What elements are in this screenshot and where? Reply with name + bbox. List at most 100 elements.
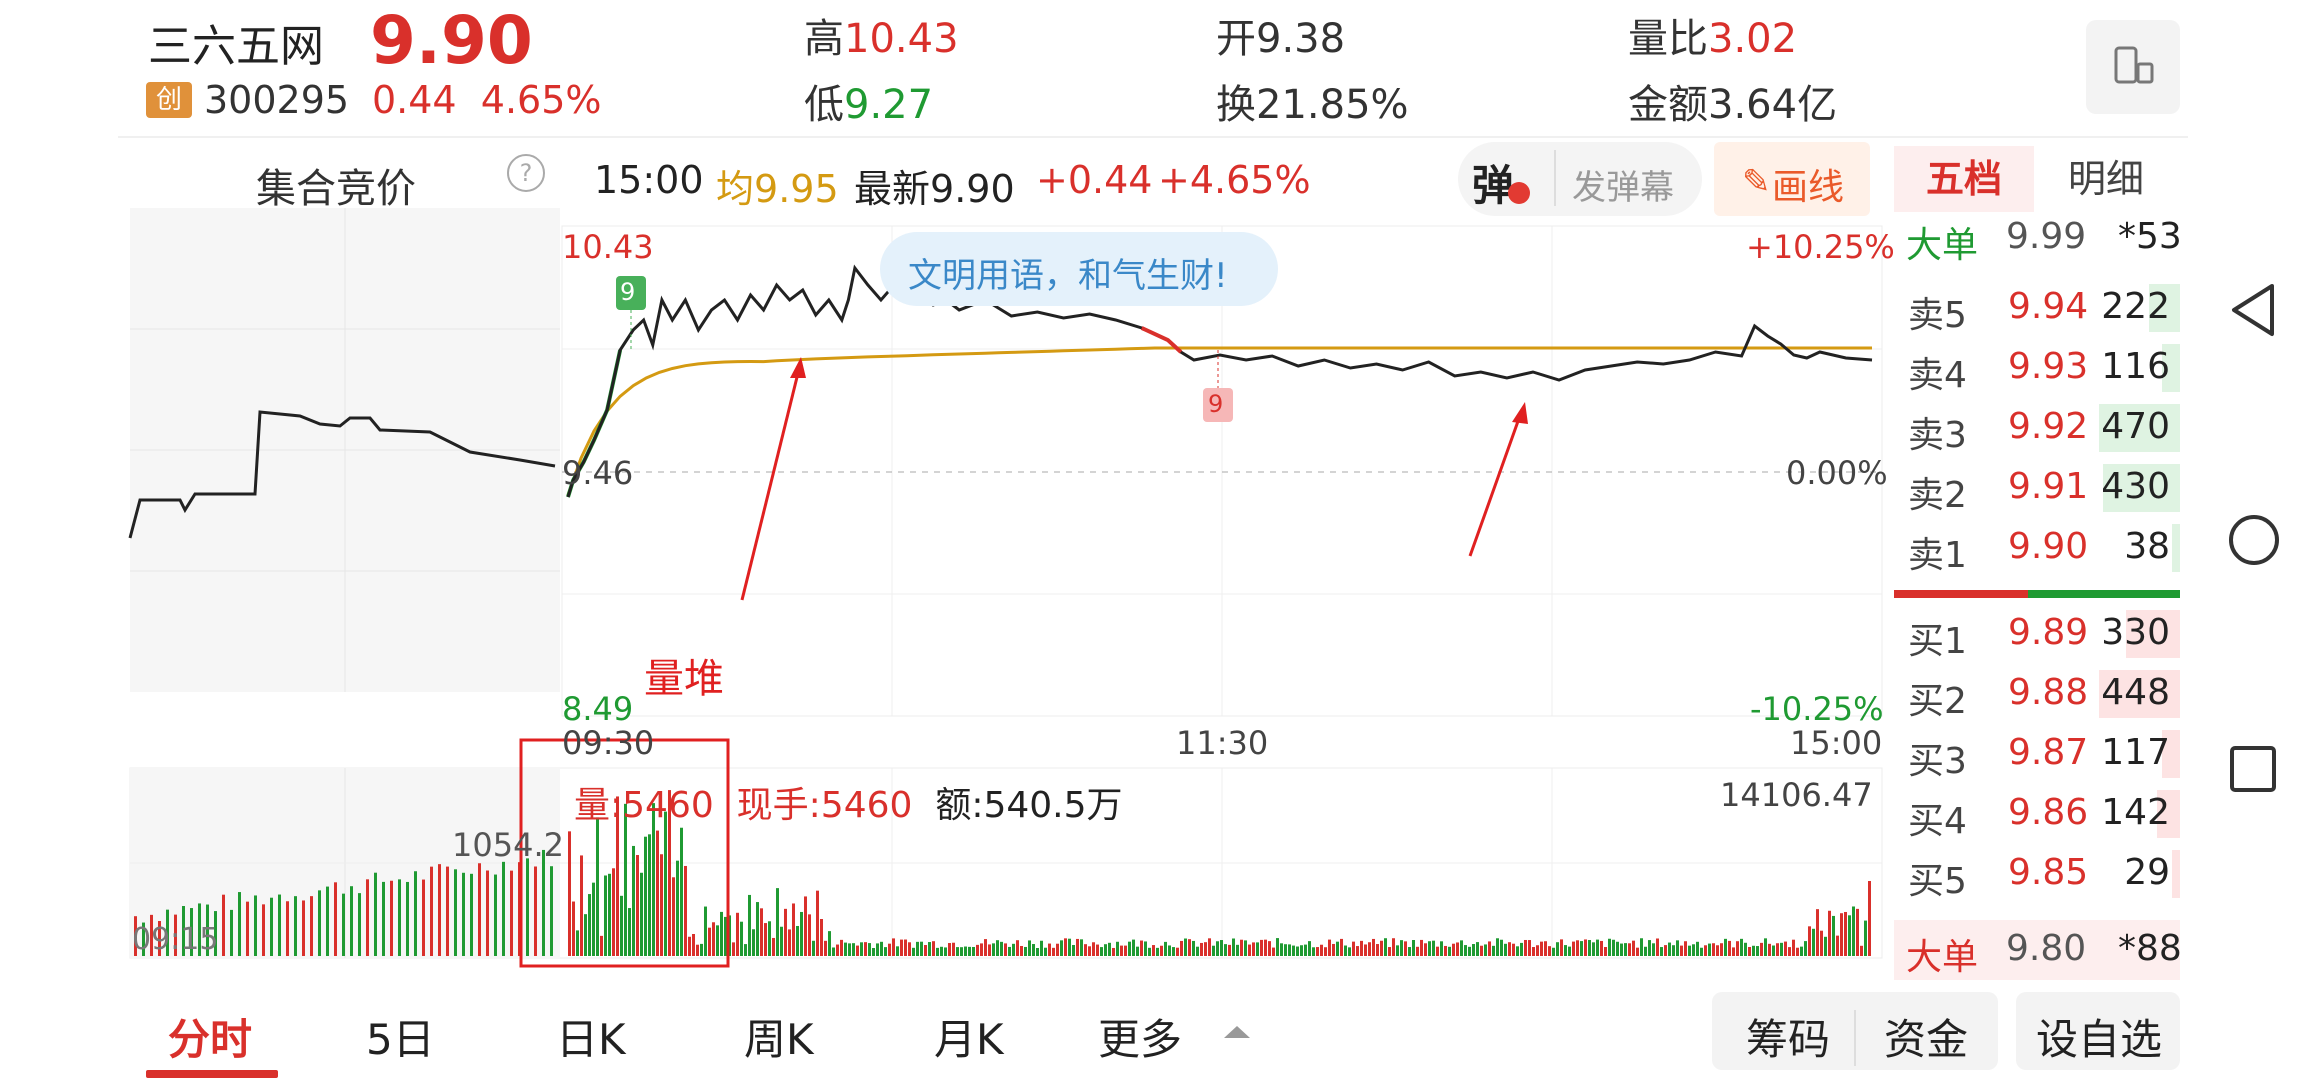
volume-bar — [808, 914, 811, 956]
volume-bar — [1796, 947, 1799, 956]
volume-bar — [880, 941, 883, 956]
auction-volume-bar — [454, 869, 457, 956]
volume-bar — [1724, 938, 1727, 956]
volume-bar — [1764, 938, 1767, 956]
volume-bar — [1236, 944, 1239, 956]
volume-bar — [824, 940, 827, 956]
volume-bar — [1180, 940, 1183, 956]
hand-value: 5460 — [820, 785, 913, 826]
sell-level-label: 卖5 — [1908, 295, 1967, 336]
sell-level-volume: 116 — [2101, 346, 2170, 387]
volume-bar — [936, 947, 939, 956]
volume-bar — [952, 942, 955, 956]
tab-month-k[interactable]: 月K — [934, 1006, 1004, 1067]
buy-level-price: 9.88 — [2008, 672, 2089, 713]
volume-bar — [992, 943, 995, 956]
volume-bar — [692, 933, 695, 956]
volume-bar — [1436, 946, 1439, 956]
volume-bar — [1452, 943, 1455, 956]
sell-level-price: 9.90 — [2008, 526, 2089, 567]
volume-bar — [1232, 938, 1235, 956]
add-watchlist-button[interactable]: 设自选 — [2036, 1006, 2162, 1067]
recents-icon[interactable] — [2226, 742, 2282, 798]
volume-bar — [1792, 939, 1795, 956]
ratio-bar-sell — [1894, 590, 2028, 598]
auction-volume-bar — [470, 873, 473, 956]
auction-volume-bar — [438, 864, 441, 956]
auction-volume-bar — [550, 866, 553, 956]
volume-bar — [1484, 944, 1487, 956]
auction-volume-bar — [334, 882, 337, 956]
volume-bar — [1512, 943, 1515, 956]
max-pct-label: +10.25% — [1746, 228, 1895, 266]
auction-volume-bar — [526, 858, 529, 956]
volume-bar — [1320, 944, 1323, 956]
volume-bar — [888, 943, 891, 956]
volume-bar — [1716, 945, 1719, 956]
phone-rotate-button[interactable] — [2086, 20, 2180, 114]
volume-bar — [744, 944, 747, 956]
tab-five-day[interactable]: 5日 — [366, 1006, 435, 1067]
tab-detail[interactable]: 明细 — [2068, 148, 2144, 203]
tab-week-k[interactable]: 周K — [744, 1006, 814, 1067]
auction-time-label: 09:15 — [132, 922, 219, 957]
volume-bar — [1352, 941, 1355, 956]
volume-bar — [1664, 945, 1667, 956]
volume-bar — [1244, 940, 1247, 956]
volume-bar — [1260, 939, 1263, 956]
volume-bar — [1296, 946, 1299, 956]
volume-bar — [1728, 940, 1731, 956]
annotation-arrow-1 — [740, 364, 802, 601]
sell-level-price: 9.91 — [2008, 466, 2089, 507]
volume-bar — [748, 894, 751, 956]
volume-bar — [1704, 945, 1707, 956]
volume-bar — [1404, 941, 1407, 956]
volume-bar — [1268, 941, 1271, 956]
volume-bar — [1360, 940, 1363, 956]
volume-bar — [716, 925, 719, 956]
volume-bar — [1032, 944, 1035, 956]
volume-bar — [1028, 940, 1031, 956]
volume-bar — [1520, 942, 1523, 956]
volume-bar — [1328, 939, 1331, 956]
volume-bar — [1184, 938, 1187, 956]
volume-bar — [1720, 943, 1723, 956]
volume-bar — [612, 868, 615, 956]
volume-bar — [1800, 946, 1803, 956]
volume-bar — [1492, 945, 1495, 956]
volume-bar — [1292, 945, 1295, 956]
volume-bar — [1776, 943, 1779, 956]
volume-bar — [1256, 942, 1259, 956]
up-marker-text: 9 — [620, 278, 636, 306]
volume-bar — [1144, 941, 1147, 956]
volume-bar — [1388, 947, 1391, 956]
tab-more[interactable]: 更多 — [1098, 1006, 1182, 1067]
volume-bar — [1556, 942, 1559, 956]
volume-bar — [1196, 946, 1199, 956]
home-icon[interactable] — [2224, 510, 2284, 570]
auction-volume-bar — [462, 872, 465, 956]
auction-volume-bar — [358, 893, 361, 956]
volume-bar — [720, 911, 723, 956]
volume-bar — [1384, 938, 1387, 956]
volume-bar — [572, 901, 575, 956]
volume-bar — [1736, 941, 1739, 956]
auction-volume-bar — [486, 870, 489, 956]
volume-bar — [852, 943, 855, 956]
tab-day-k[interactable]: 日K — [556, 1006, 626, 1067]
chips-button[interactable]: 筹码 — [1746, 1006, 1830, 1067]
volume-bar — [732, 942, 735, 956]
min-pct-label: -10.25% — [1750, 690, 1884, 728]
sell-level-price: 9.92 — [2008, 406, 2089, 447]
tab-intraday[interactable]: 分时 — [168, 1006, 252, 1067]
sell-level-volume: 470 — [2101, 406, 2170, 447]
funds-button[interactable]: 资金 — [1884, 1006, 1968, 1067]
volume-bar — [1176, 947, 1179, 956]
volume-bar — [1344, 945, 1347, 956]
base-price-label: 9.46 — [562, 454, 634, 492]
intraday-chart[interactable] — [0, 0, 1890, 980]
volume-bar — [1012, 943, 1015, 956]
back-icon[interactable] — [2224, 280, 2284, 340]
volume-bar — [608, 873, 611, 956]
volume-bar — [912, 947, 915, 956]
